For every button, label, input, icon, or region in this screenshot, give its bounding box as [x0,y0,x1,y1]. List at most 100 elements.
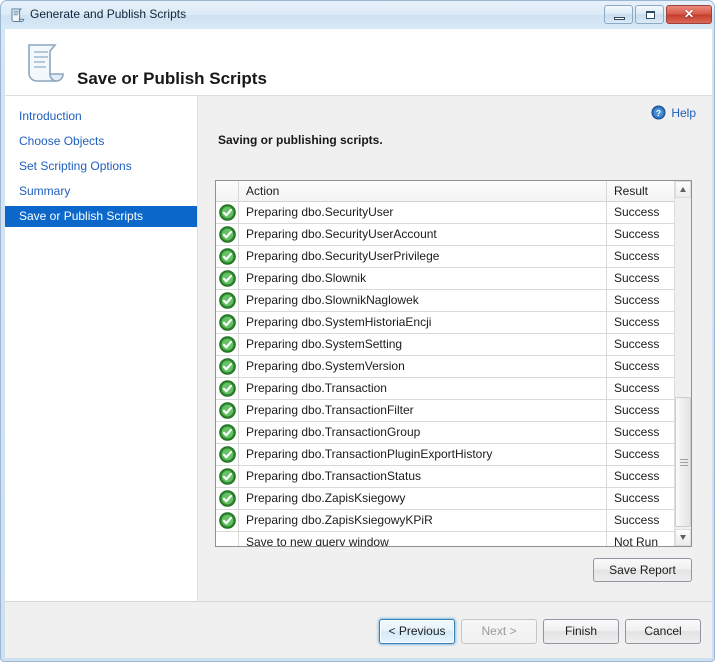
wizard-footer: < Previous Next > Finish Cancel [5,601,712,658]
table-row[interactable]: Preparing dbo.SecurityUser Success [216,202,691,224]
row-action-cell: Preparing dbo.SystemVersion [239,356,607,377]
previous-button[interactable]: < Previous [379,619,455,644]
row-action-cell: Preparing dbo.Transaction [239,378,607,399]
table-row[interactable]: Preparing dbo.SystemSetting Success [216,334,691,356]
title-bar: Generate and Publish Scripts ✕ [1,1,714,29]
help-label: Help [671,105,696,120]
row-action-cell: Preparing dbo.SystemSetting [239,334,607,355]
row-status-cell [216,378,239,399]
success-check-icon [219,270,236,287]
row-status-cell [216,312,239,333]
wizard-steps-sidebar: Introduction Choose Objects Set Scriptin… [5,95,197,601]
row-action-cell: Preparing dbo.SystemHistoriaEncji [239,312,607,333]
row-action-cell: Preparing dbo.TransactionStatus [239,466,607,487]
row-action-cell: Preparing dbo.Slownik [239,268,607,289]
success-check-icon [219,336,236,353]
minimize-button[interactable] [604,5,633,24]
table-row[interactable]: Save to new query window Not Run [216,532,691,546]
close-icon: ✕ [683,7,695,21]
success-check-icon [219,402,236,419]
cancel-button[interactable]: Cancel [625,619,701,644]
row-status-cell [216,400,239,421]
results-listview: Action Result Preparing dbo.SecurityUser… [215,180,692,547]
sidebar-item-introduction[interactable]: Introduction [5,106,197,127]
column-header-action[interactable]: Action [239,181,607,202]
scrollbar-thumb[interactable] [675,397,691,527]
page-title: Save or Publish Scripts [77,69,267,88]
success-check-icon [219,314,236,331]
row-status-cell [216,532,239,546]
success-check-icon [219,490,236,507]
sidebar-item-set-scripting-options[interactable]: Set Scripting Options [5,156,197,177]
sidebar-item-summary[interactable]: Summary [5,181,197,202]
row-action-cell: Preparing dbo.TransactionGroup [239,422,607,443]
table-row[interactable]: Preparing dbo.SlownikNaglowek Success [216,290,691,312]
finish-button[interactable]: Finish [543,619,619,644]
sidebar-item-save-or-publish-scripts[interactable]: Save or Publish Scripts [5,206,197,227]
table-row[interactable]: Preparing dbo.TransactionFilter Success [216,400,691,422]
save-report-button[interactable]: Save Report [593,558,692,582]
next-button: Next > [461,619,537,644]
row-status-cell [216,334,239,355]
success-check-icon [219,358,236,375]
table-row[interactable]: Preparing dbo.TransactionStatus Success [216,466,691,488]
table-row[interactable]: Preparing dbo.SecurityUserAccount Success [216,224,691,246]
table-row[interactable]: Preparing dbo.SystemHistoriaEncji Success [216,312,691,334]
content-panel: ? Help Saving or publishing scripts. Act… [197,95,712,601]
script-scroll-icon [28,44,64,82]
row-action-cell: Preparing dbo.ZapisKsiegowy [239,488,607,509]
success-check-icon [219,292,236,309]
close-button[interactable]: ✕ [666,5,712,24]
row-status-cell [216,268,239,289]
table-row[interactable]: Preparing dbo.SystemVersion Success [216,356,691,378]
chevron-up-icon [680,187,686,192]
column-header-status[interactable] [216,181,239,202]
row-status-cell [216,422,239,443]
row-action-cell: Preparing dbo.ZapisKsiegowyKPiR [239,510,607,531]
row-status-cell [216,510,239,531]
success-check-icon [219,446,236,463]
row-status-cell [216,488,239,509]
success-check-icon [219,380,236,397]
maximize-button[interactable] [635,5,664,24]
table-row[interactable]: Preparing dbo.Slownik Success [216,268,691,290]
window-title: Generate and Publish Scripts [30,7,187,21]
listview-scrollbar[interactable] [674,181,691,546]
row-action-cell: Save to new query window [239,532,607,546]
success-check-icon [219,248,236,265]
table-row[interactable]: Preparing dbo.ZapisKsiegowy Success [216,488,691,510]
row-status-cell [216,444,239,465]
success-check-icon [219,512,236,529]
row-action-cell: Preparing dbo.SlownikNaglowek [239,290,607,311]
row-action-cell: Preparing dbo.SecurityUserAccount [239,224,607,245]
row-status-cell [216,356,239,377]
sidebar-item-choose-objects[interactable]: Choose Objects [5,131,197,152]
wizard-window: Generate and Publish Scripts ✕ Save or P… [0,0,715,662]
svg-text:?: ? [656,108,661,118]
table-row[interactable]: Preparing dbo.SecurityUserPrivilege Succe… [216,246,691,268]
row-status-cell [216,246,239,267]
row-status-cell [216,202,239,223]
row-status-cell [216,224,239,245]
row-status-cell [216,290,239,311]
scroll-down-button[interactable] [675,529,691,546]
row-action-cell: Preparing dbo.TransactionFilter [239,400,607,421]
success-check-icon [219,204,236,221]
table-row[interactable]: Preparing dbo.TransactionPluginExportHis… [216,444,691,466]
listview-header: Action Result [216,181,691,202]
scrollbar-grip-icon [680,459,688,468]
help-link[interactable]: ? Help [651,105,696,120]
success-check-icon [219,424,236,441]
table-row[interactable]: Preparing dbo.ZapisKsiegowyKPiR Success [216,510,691,532]
success-check-icon [219,226,236,243]
table-row[interactable]: Preparing dbo.TransactionGroup Success [216,422,691,444]
script-scroll-icon [11,8,25,23]
success-check-icon [219,468,236,485]
maximize-icon [646,11,655,19]
table-row[interactable]: Preparing dbo.Transaction Success [216,378,691,400]
minimize-icon [614,17,625,20]
row-status-cell [216,466,239,487]
row-action-cell: Preparing dbo.SecurityUserPrivilege [239,246,607,267]
row-action-cell: Preparing dbo.TransactionPluginExportHis… [239,444,607,465]
scroll-up-button[interactable] [675,181,691,198]
